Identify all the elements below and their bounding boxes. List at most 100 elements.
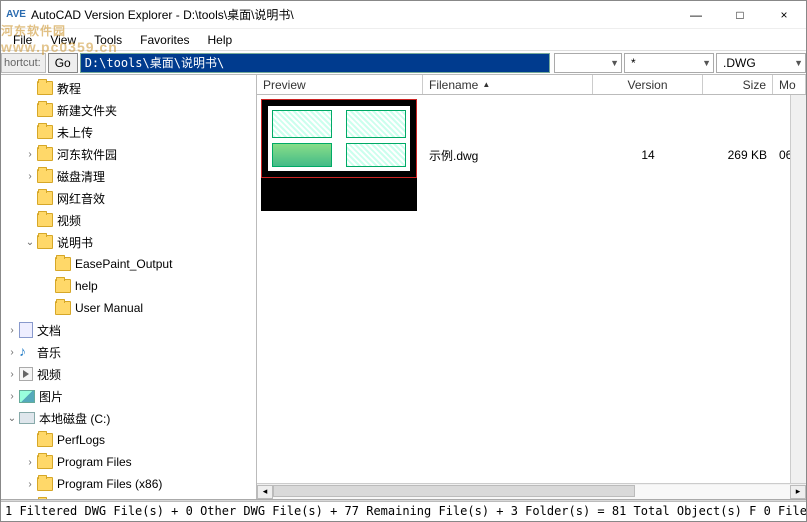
scroll-track[interactable] xyxy=(273,485,790,499)
tree-label: Program Files xyxy=(57,455,132,469)
col-version[interactable]: Version xyxy=(593,75,703,94)
shortcut-label: hortcut: xyxy=(1,53,46,73)
tree-label: 新建文件夹 xyxy=(57,102,117,119)
tree-item[interactable]: 视频 xyxy=(1,209,256,231)
main-area: 教程新建文件夹未上传›河东软件园›磁盘清理网红音效视频⌄说明书EasePaint… xyxy=(1,75,806,499)
vertical-scrollbar[interactable] xyxy=(790,95,806,483)
tree-item[interactable]: ⌄本地磁盘 (C:) xyxy=(1,407,256,429)
tree-label: 视频 xyxy=(37,366,61,383)
tree-item[interactable]: 网红音效 xyxy=(1,187,256,209)
folder-icon xyxy=(37,191,53,205)
scroll-left-button[interactable]: ◂ xyxy=(257,485,273,499)
music-icon: ♪ xyxy=(19,344,33,360)
go-button[interactable]: Go xyxy=(48,53,78,73)
scroll-thumb[interactable] xyxy=(273,485,635,497)
tree-item[interactable]: › Program Files xyxy=(1,451,256,473)
chevron-down-icon: ▼ xyxy=(610,58,619,68)
menu-favorites[interactable]: Favorites xyxy=(132,31,197,49)
folder-icon xyxy=(37,477,53,491)
tree-label: 图片 xyxy=(39,388,63,405)
sort-asc-icon: ▲ xyxy=(482,80,490,89)
tree-item[interactable]: ⌄ 说明书 xyxy=(1,231,256,253)
size-cell: 269 KB xyxy=(703,95,773,215)
file-row[interactable]: 示例.dwg 14 269 KB 06 xyxy=(257,95,806,215)
folder-icon xyxy=(37,235,53,249)
tree-label: 说明书 xyxy=(57,234,93,251)
expand-toggle[interactable]: › xyxy=(23,457,37,468)
window-controls: — □ × xyxy=(674,1,806,29)
toolbar: hortcut: Go ▼ *▼ .DWG▼ xyxy=(1,51,806,75)
menu-file[interactable]: File xyxy=(5,31,40,49)
tree-item[interactable]: › 河东软件园 xyxy=(1,143,256,165)
tree-item[interactable]: 未上传 xyxy=(1,121,256,143)
tree-label: help xyxy=(75,279,98,293)
col-preview[interactable]: Preview xyxy=(257,75,423,94)
version-cell: 14 xyxy=(593,95,703,215)
folder-icon xyxy=(37,147,53,161)
file-viewport[interactable]: 示例.dwg 14 269 KB 06 xyxy=(257,95,806,483)
expand-toggle[interactable]: › xyxy=(5,369,19,380)
menu-view[interactable]: View xyxy=(42,31,84,49)
tree-label: EasePaint_Output xyxy=(75,257,172,271)
tree-item[interactable]: ›磁盘清理 xyxy=(1,165,256,187)
tree-item[interactable]: ›tools xyxy=(1,495,256,499)
tree-item[interactable]: ›♪音乐 xyxy=(1,341,256,363)
expand-toggle[interactable]: ⌄ xyxy=(23,237,37,248)
tree-item[interactable]: 教程 xyxy=(1,77,256,99)
expand-toggle[interactable]: › xyxy=(23,149,37,160)
dwg-thumbnail xyxy=(261,99,417,178)
menu-help[interactable]: Help xyxy=(200,31,241,49)
menu-tools[interactable]: Tools xyxy=(86,31,130,49)
tree-item[interactable]: 新建文件夹 xyxy=(1,99,256,121)
col-filename[interactable]: Filename▲ xyxy=(423,75,593,94)
expand-toggle[interactable]: › xyxy=(23,171,37,182)
tree-item[interactable]: PerfLogs xyxy=(1,429,256,451)
tree-label: PerfLogs xyxy=(57,433,105,447)
tree-item[interactable]: help xyxy=(1,275,256,297)
filter-wildcard[interactable]: *▼ xyxy=(624,53,714,73)
folder-icon xyxy=(37,103,53,117)
tree-item[interactable]: › 图片 xyxy=(1,385,256,407)
expand-toggle[interactable]: › xyxy=(5,325,19,336)
menubar: File View Tools Favorites Help xyxy=(1,29,806,51)
col-mo[interactable]: Mo xyxy=(773,75,806,94)
path-dropdown[interactable]: ▼ xyxy=(554,53,622,73)
filter-ext[interactable]: .DWG▼ xyxy=(716,53,806,73)
scroll-right-button[interactable]: ▸ xyxy=(790,485,806,499)
folder-icon xyxy=(55,257,71,271)
tree-item[interactable]: ›Program Files (x86) xyxy=(1,473,256,495)
pic-icon xyxy=(19,390,35,403)
maximize-button[interactable]: □ xyxy=(718,1,762,29)
tree-item[interactable]: User Manual xyxy=(1,297,256,319)
expand-toggle[interactable]: › xyxy=(5,347,19,358)
tree-item[interactable]: › 文档 xyxy=(1,319,256,341)
path-input[interactable] xyxy=(80,53,550,73)
folder-icon xyxy=(37,433,53,447)
close-button[interactable]: × xyxy=(762,1,806,29)
tree-item[interactable]: EasePaint_Output xyxy=(1,253,256,275)
disk-icon xyxy=(19,412,35,424)
expand-toggle[interactable]: › xyxy=(23,479,37,490)
tree-item[interactable]: › 视频 xyxy=(1,363,256,385)
horizontal-scrollbar[interactable]: ◂ ▸ xyxy=(257,483,806,499)
tree-label: 河东软件园 xyxy=(57,146,117,163)
col-size[interactable]: Size xyxy=(703,75,773,94)
folder-tree[interactable]: 教程新建文件夹未上传›河东软件园›磁盘清理网红音效视频⌄说明书EasePaint… xyxy=(1,75,257,499)
file-list: Preview Filename▲ Version Size Mo xyxy=(257,75,806,499)
tree-label: 文档 xyxy=(37,322,61,339)
expand-toggle[interactable]: › xyxy=(5,391,19,402)
doc-icon xyxy=(19,322,33,338)
window-title: AutoCAD Version Explorer - D:\tools\桌面\说… xyxy=(31,6,674,23)
minimize-button[interactable]: — xyxy=(674,1,718,29)
tree-label: User Manual xyxy=(75,301,143,315)
expand-toggle[interactable]: ⌄ xyxy=(5,413,19,424)
folder-icon xyxy=(37,213,53,227)
filename-cell: 示例.dwg xyxy=(423,95,593,215)
folder-icon xyxy=(37,81,53,95)
app-icon: AVE xyxy=(7,6,25,24)
tree-label: 音乐 xyxy=(37,344,61,361)
video-icon xyxy=(19,367,33,381)
tree-label: 教程 xyxy=(57,80,81,97)
folder-icon xyxy=(55,279,71,293)
tree-label: 未上传 xyxy=(57,124,93,141)
